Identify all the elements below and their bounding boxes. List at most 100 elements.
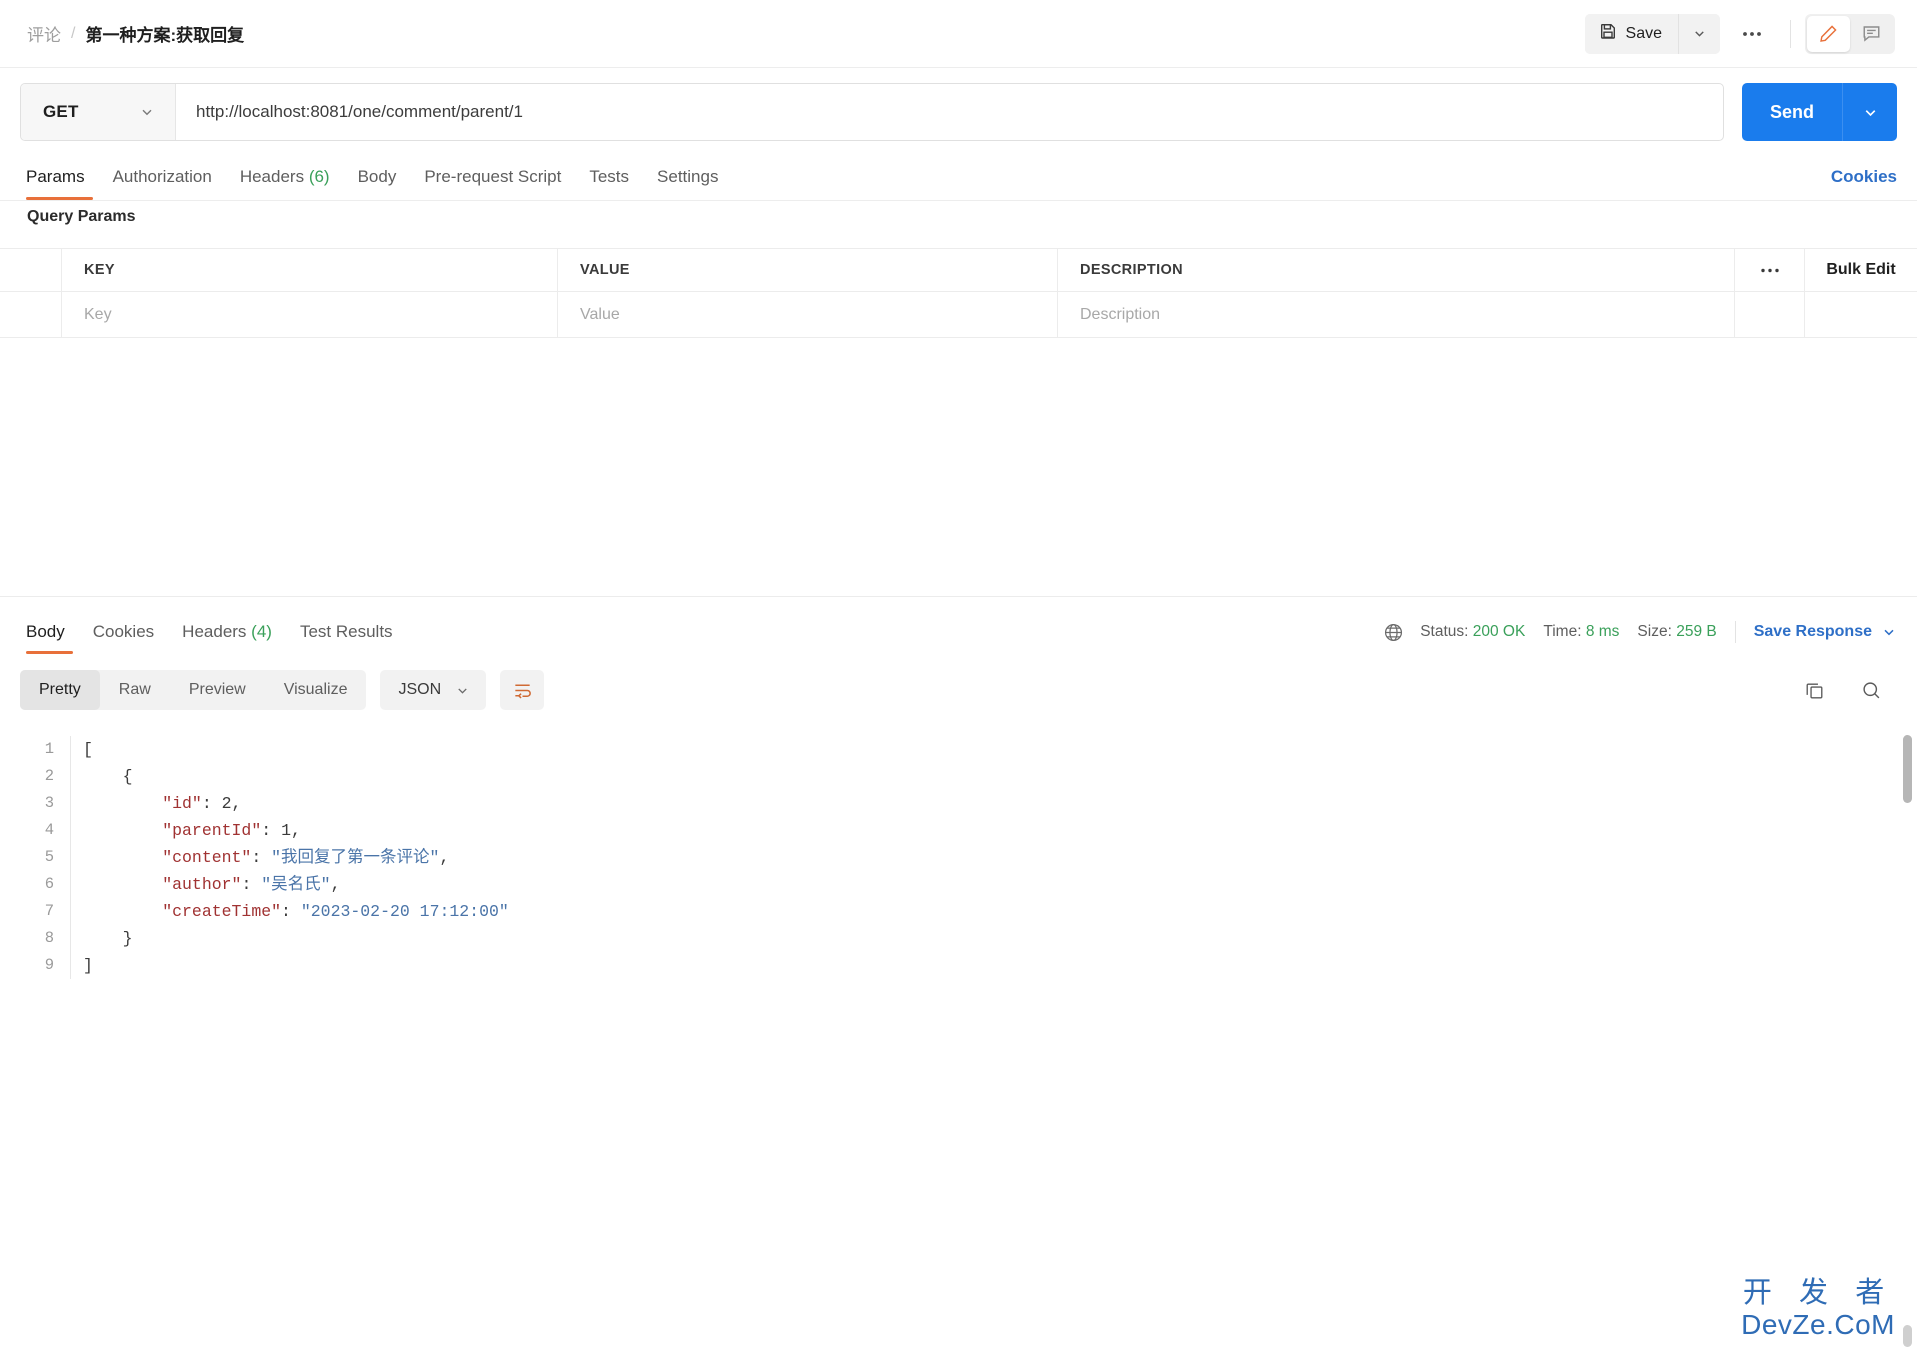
code-token-s: "吴名氏" xyxy=(261,875,331,894)
send-button[interactable]: Send xyxy=(1742,83,1842,141)
time-label: Time: xyxy=(1543,623,1582,640)
cookies-link[interactable]: Cookies xyxy=(1831,167,1897,200)
more-actions-button[interactable] xyxy=(1728,14,1776,54)
response-viewer-toolbar: Pretty Raw Preview Visualize JSON xyxy=(0,661,1917,719)
chevron-down-icon xyxy=(142,109,152,116)
chevron-down-icon xyxy=(1695,31,1704,37)
search-icon[interactable] xyxy=(1860,679,1883,702)
response-body-scrollbar[interactable] xyxy=(1903,735,1912,1347)
code-line: 6 "author": "吴名氏", xyxy=(0,871,1917,898)
view-toggle-group xyxy=(1805,13,1895,54)
save-options-caret[interactable] xyxy=(1678,13,1720,54)
response-tab-cookies[interactable]: Cookies xyxy=(79,622,168,654)
code-token-p: : xyxy=(261,821,282,840)
response-body-viewer[interactable]: 1[2 {3 "id": 2, 4 "parentId": 1, 5 "conten… xyxy=(0,727,1917,1355)
viewer-actions xyxy=(1803,679,1897,702)
line-number: 9 xyxy=(44,956,54,974)
save-response-button[interactable]: Save Response xyxy=(1754,623,1872,641)
viewer-mode-group: Pretty Raw Preview Visualize xyxy=(20,670,367,710)
code-line-text: "id": 2, xyxy=(71,790,241,817)
header-key-cell: KEY xyxy=(62,249,558,291)
response-tab-cookies-label: Cookies xyxy=(92,622,155,641)
line-number: 6 xyxy=(44,875,54,893)
row-bulk-cell xyxy=(1805,292,1917,337)
word-wrap-button[interactable] xyxy=(500,670,545,710)
save-button-label: Save xyxy=(1625,24,1662,42)
size-label: Size: xyxy=(1637,623,1672,640)
code-token-p: , xyxy=(330,875,341,894)
code-token-p: : xyxy=(201,794,222,813)
code-line-text: [ xyxy=(71,736,93,763)
http-method-select[interactable]: GET xyxy=(21,84,176,140)
code-token-p: } xyxy=(122,929,133,948)
code-token-p: , xyxy=(290,821,301,840)
json-code-block: 1[2 {3 "id": 2, 4 "parentId": 1, 5 "conten… xyxy=(0,727,1917,979)
row-key-cell[interactable]: Key xyxy=(62,292,558,337)
tab-tests[interactable]: Tests xyxy=(575,167,643,200)
tab-params[interactable]: Params xyxy=(20,167,99,200)
floppy-disk-icon xyxy=(1599,22,1617,45)
save-button[interactable]: Save xyxy=(1584,13,1678,54)
header-value-cell: VALUE xyxy=(558,249,1058,291)
edit-mode-button[interactable] xyxy=(1807,15,1850,52)
meta-divider xyxy=(1734,621,1736,643)
viewer-mode-pretty[interactable]: Pretty xyxy=(20,670,100,710)
tab-params-label: Params xyxy=(26,167,85,186)
column-header-value: VALUE xyxy=(580,262,630,278)
row-value-cell[interactable]: Value xyxy=(558,292,1058,337)
response-tab-test-results-label: Test Results xyxy=(299,622,393,641)
query-params-table: KEY VALUE DESCRIPTION Bulk Edit Key Valu… xyxy=(0,248,1917,338)
status-label: Status: xyxy=(1420,623,1469,640)
url-input[interactable] xyxy=(176,84,1723,140)
query-params-header-row: KEY VALUE DESCRIPTION Bulk Edit xyxy=(0,248,1917,292)
query-params-title: Query Params xyxy=(27,208,136,225)
code-line: 5 "content": "我回复了第一条评论", xyxy=(0,844,1917,871)
scrollbar-thumb[interactable] xyxy=(1903,735,1912,803)
query-params-more-button[interactable] xyxy=(1735,249,1805,291)
tab-authorization[interactable]: Authorization xyxy=(99,167,226,200)
viewer-mode-visualize[interactable]: Visualize xyxy=(265,670,367,710)
tab-settings[interactable]: Settings xyxy=(643,167,732,200)
tab-headers[interactable]: Headers (6) xyxy=(226,167,344,200)
code-line: 2 { xyxy=(0,763,1917,790)
tab-settings-label: Settings xyxy=(657,167,719,186)
chevron-down-icon[interactable] xyxy=(1881,624,1897,640)
chevron-down-icon xyxy=(1865,109,1875,116)
globe-icon[interactable] xyxy=(1383,622,1404,643)
copy-icon[interactable] xyxy=(1803,679,1826,702)
send-options-caret[interactable] xyxy=(1842,83,1897,141)
size-metric: Size: 259 B xyxy=(1637,623,1716,641)
viewer-mode-raw[interactable]: Raw xyxy=(100,670,170,710)
code-line: 3 "id": 2, xyxy=(0,790,1917,817)
time-metric: Time: 8 ms xyxy=(1543,623,1619,641)
viewer-mode-preview[interactable]: Preview xyxy=(170,670,265,710)
breadcrumb-parent[interactable]: 评论 xyxy=(27,21,61,46)
row-checkbox-cell[interactable] xyxy=(0,292,62,337)
comment-mode-button[interactable] xyxy=(1850,16,1893,52)
code-token-p: ] xyxy=(83,956,93,975)
bulk-edit-button[interactable]: Bulk Edit xyxy=(1805,249,1917,291)
response-format-select[interactable]: JSON xyxy=(380,670,487,710)
code-token-k: "parentId" xyxy=(162,821,262,840)
header-description-cell: DESCRIPTION xyxy=(1058,249,1735,291)
code-line-text: "content": "我回复了第一条评论", xyxy=(71,844,449,871)
code-token-s: "2023-02-20 17:12:00" xyxy=(300,902,509,921)
row-description-placeholder: Description xyxy=(1080,305,1161,323)
row-description-cell[interactable]: Description xyxy=(1058,292,1735,337)
response-tab-headers[interactable]: Headers (4) xyxy=(168,622,286,654)
tab-tests-label: Tests xyxy=(589,167,630,186)
code-token-p: , xyxy=(439,848,450,867)
tab-pre-request-script[interactable]: Pre-request Script xyxy=(410,167,575,200)
size-value: 259 B xyxy=(1676,623,1717,640)
scrollbar-thumb-secondary[interactable] xyxy=(1903,1325,1912,1347)
response-meta: Status: 200 OK Time: 8 ms Size: 259 B Sa… xyxy=(1383,621,1897,654)
response-tab-body[interactable]: Body xyxy=(20,622,79,654)
pencil-icon xyxy=(1820,25,1837,42)
response-tab-test-results[interactable]: Test Results xyxy=(286,622,407,654)
code-line-text: "createTime": "2023-02-20 17:12:00" xyxy=(71,898,509,925)
code-token-n: 1 xyxy=(281,821,291,840)
tab-body[interactable]: Body xyxy=(344,167,411,200)
comment-icon xyxy=(1863,26,1880,42)
code-line-text: } xyxy=(71,925,133,952)
top-bar-actions: Save xyxy=(1584,13,1917,54)
